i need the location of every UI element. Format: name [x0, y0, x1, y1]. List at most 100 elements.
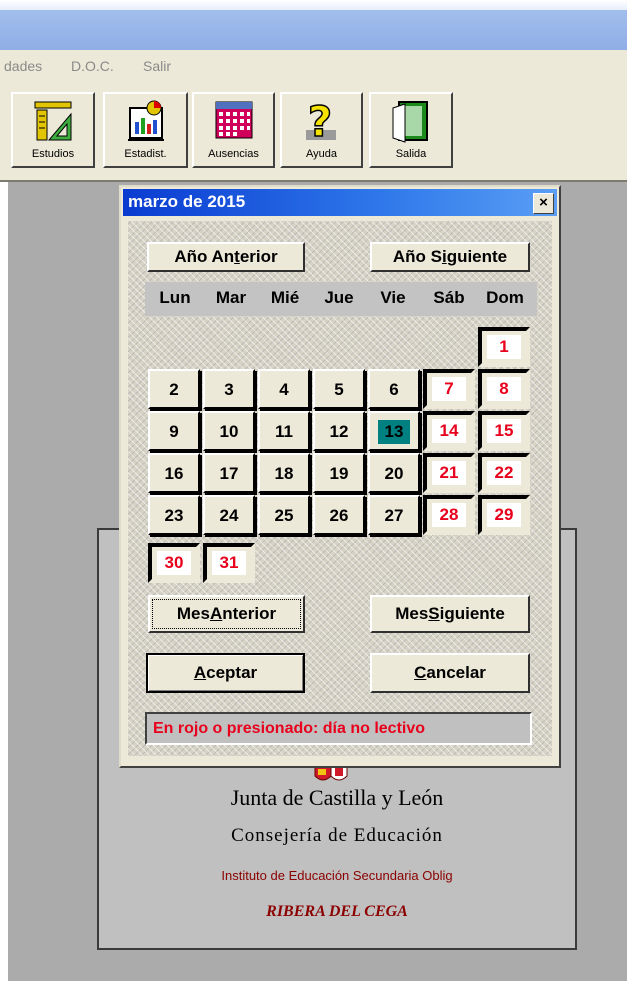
day-cell[interactable]: 22 — [478, 453, 530, 493]
ayuda-button[interactable]: ? Ayuda — [280, 92, 363, 168]
day-cell[interactable]: 17 — [203, 453, 255, 493]
accept-label: ceptar — [206, 663, 258, 682]
day-cell[interactable]: 28 — [423, 495, 475, 535]
next-year-button[interactable]: Año Si guiente — [370, 242, 530, 272]
exit-door-icon — [391, 100, 431, 149]
day-number: 5 — [334, 380, 344, 399]
day-number: 19 — [329, 464, 349, 483]
ayuda-label: Ayuda — [306, 148, 337, 160]
weekday-label: Lun — [159, 288, 191, 307]
next-month-button[interactable]: Mes Siguiente — [370, 595, 530, 633]
day-cell[interactable]: 29 — [478, 495, 530, 535]
school-name: RIBERA DEL CEGA — [266, 903, 408, 920]
menu-item-actividades[interactable]: dades — [4, 58, 42, 74]
day-cell[interactable]: 8 — [478, 369, 530, 409]
ausencias-button[interactable]: Ausencias — [192, 92, 275, 168]
day-cell[interactable]: 20 — [368, 453, 420, 493]
prev-month-hotkey: A — [209, 604, 223, 623]
ausencias-label: Ausencias — [208, 148, 259, 160]
weekday-label: Mar — [215, 288, 247, 307]
day-cell[interactable]: 11 — [258, 411, 310, 451]
next-year-label-b: guiente — [446, 247, 508, 266]
day-number: 13 — [378, 420, 410, 444]
day-cell[interactable]: 31 — [203, 543, 255, 583]
day-cell[interactable]: 3 — [203, 369, 255, 409]
estadisticas-button[interactable]: Estadist. — [103, 92, 188, 168]
day-cell[interactable]: 21 — [423, 453, 475, 493]
prev-year-button[interactable]: Año An t erior — [147, 242, 305, 272]
day-cell[interactable]: 14 — [423, 411, 475, 451]
app-titlebar — [0, 0, 627, 50]
day-number: 6 — [389, 380, 399, 399]
question-mark-icon: ? — [300, 96, 344, 149]
day-cell[interactable]: 25 — [258, 495, 310, 535]
day-cell-today[interactable]: 13 — [368, 411, 420, 451]
prev-month-label-a: Mes — [176, 604, 210, 623]
day-cell[interactable]: 27 — [368, 495, 420, 535]
day-cell[interactable]: 16 — [148, 453, 200, 493]
weekday-header: Lun Mar Mié Jue Vie Sáb Dom — [145, 282, 537, 316]
menu-item-salir[interactable]: Salir — [143, 58, 171, 74]
day-cell[interactable]: 1 — [478, 327, 530, 367]
day-cell[interactable]: 19 — [313, 453, 365, 493]
day-number: 24 — [219, 506, 239, 525]
menu-item-doc[interactable]: D.O.C. — [71, 58, 114, 74]
day-cell[interactable]: 24 — [203, 495, 255, 535]
day-cell[interactable]: 23 — [148, 495, 200, 535]
weekday-label: Sáb — [433, 288, 465, 307]
day-cell[interactable]: 30 — [148, 543, 200, 583]
day-cell[interactable]: 9 — [148, 411, 200, 451]
day-cell[interactable]: 6 — [368, 369, 420, 409]
day-number: 26 — [329, 506, 349, 525]
cancel-button[interactable]: Cancelar — [370, 653, 530, 693]
day-cell[interactable]: 18 — [258, 453, 310, 493]
day-number: 7 — [432, 377, 466, 401]
day-cell[interactable]: 5 — [313, 369, 365, 409]
accept-button[interactable]: Aceptar — [146, 653, 305, 693]
weekday-label: Vie — [380, 288, 406, 307]
day-cell[interactable]: 12 — [313, 411, 365, 451]
day-number: 2 — [169, 380, 179, 399]
day-number: 4 — [279, 380, 289, 399]
weekday-label: Mié — [270, 288, 300, 307]
day-cell[interactable]: 2 — [148, 369, 200, 409]
estudios-button[interactable]: Estudios — [11, 92, 95, 168]
prev-month-label-b: nterior — [222, 604, 277, 623]
ruler-triangle-icon — [33, 100, 73, 149]
day-number: 9 — [169, 422, 179, 441]
day-cell[interactable]: 4 — [258, 369, 310, 409]
weekday-label: Dom — [486, 288, 524, 307]
day-number: 1 — [487, 335, 521, 359]
day-number: 18 — [274, 464, 294, 483]
day-cell[interactable]: 10 — [203, 411, 255, 451]
calendar-grid-icon — [214, 100, 254, 145]
day-cell[interactable]: 26 — [313, 495, 365, 535]
close-icon[interactable]: × — [533, 193, 554, 214]
day-number: 8 — [487, 377, 521, 401]
department-name: Consejería de Educación — [231, 825, 443, 846]
legend-note: En rojo o presionado: día no lectivo — [145, 712, 532, 745]
day-number: 27 — [384, 506, 404, 525]
day-number: 31 — [212, 551, 246, 575]
dialog-titlebar[interactable]: marzo de 2015 × — [123, 189, 557, 216]
day-cell[interactable]: 15 — [478, 411, 530, 451]
estadisticas-label: Estadist. — [124, 148, 167, 160]
dialog-title: marzo de 2015 — [128, 192, 246, 211]
day-number: 20 — [384, 464, 404, 483]
weekday-label: Jue — [324, 288, 354, 307]
prev-month-button[interactable]: Mes Anterior — [148, 595, 305, 633]
day-number: 23 — [164, 506, 184, 525]
next-month-label-b: iguiente — [439, 604, 505, 623]
day-number: 15 — [487, 419, 521, 443]
day-number: 22 — [487, 461, 521, 485]
salida-button[interactable]: Salida — [369, 92, 453, 168]
cancel-label: ancelar — [426, 663, 486, 682]
toolbar: Estudios Estadist. Ausencias ? Ayuda Sal… — [0, 84, 627, 182]
next-month-hotkey: S — [428, 604, 440, 623]
day-number: 17 — [219, 464, 239, 483]
day-cell[interactable]: 7 — [423, 369, 475, 409]
day-number: 30 — [157, 551, 191, 575]
estudios-label: Estudios — [31, 148, 75, 160]
next-year-label-a: Año S — [392, 247, 442, 266]
day-number: 3 — [224, 380, 234, 399]
